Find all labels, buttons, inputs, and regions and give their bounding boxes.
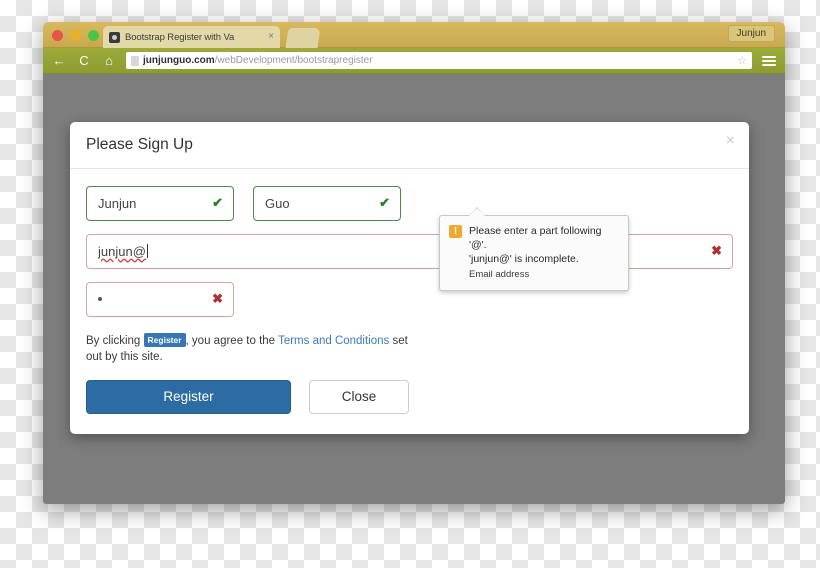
- error-x-icon: ✖: [212, 291, 223, 307]
- url-text: junjunguo.com/webDevelopment/bootstrapre…: [143, 55, 373, 66]
- password-mask-dot: [98, 297, 102, 302]
- browser-tab-title: Bootstrap Register with Va: [125, 31, 235, 43]
- tooltip-field-label: Email address: [469, 268, 530, 280]
- window-traffic-lights: [52, 30, 99, 41]
- tooltip-line-2: 'junjun@' is incomplete.: [469, 253, 579, 266]
- modal-close-icon[interactable]: ×: [726, 133, 735, 149]
- home-icon[interactable]: ⌂: [101, 53, 117, 69]
- browser-toolbar: ← C ⌂ junjunguo.com/webDevelopment/boots…: [43, 48, 785, 74]
- first-name-input[interactable]: Junjun ✔: [86, 185, 234, 221]
- tooltip-text: Please enter a part following '@'. 'junj…: [469, 224, 619, 281]
- last-name-value: Guo: [265, 195, 290, 211]
- url-path: /webDevelopment/bootstrapregister: [214, 55, 373, 66]
- close-icon[interactable]: ×: [268, 32, 274, 42]
- terms-prefix: By clicking: [86, 334, 141, 347]
- check-icon: ✔: [379, 195, 390, 211]
- page-viewport-dimmed: register Please Sign Up × Junjun ✔: [43, 74, 785, 504]
- terms-middle: , you agree to the: [185, 334, 276, 347]
- browser-window: Bootstrap Register with Va × Junjun ← C …: [43, 22, 785, 504]
- name-row: Junjun ✔ Guo ✔: [86, 185, 733, 221]
- signup-modal: Please Sign Up × Junjun ✔ Guo ✔ junjun@ …: [70, 122, 749, 434]
- email-input[interactable]: junjun@ ✖: [86, 233, 733, 269]
- password-input[interactable]: ✖: [86, 281, 234, 317]
- modal-header: Please Sign Up ×: [70, 122, 749, 169]
- error-x-icon: ✖: [711, 243, 722, 259]
- url-bar[interactable]: junjunguo.com/webDevelopment/bootstrapre…: [126, 52, 752, 69]
- tooltip-line-1: Please enter a part following '@'.: [469, 225, 602, 252]
- last-name-input[interactable]: Guo ✔: [253, 185, 401, 221]
- text-cursor: [146, 244, 148, 259]
- password-row: ✖: [86, 281, 733, 317]
- email-row: junjun@ ✖: [86, 233, 733, 269]
- reload-icon[interactable]: C: [76, 53, 92, 69]
- check-icon: ✔: [212, 195, 223, 211]
- camera-icon: [109, 31, 120, 43]
- url-domain: junjunguo.com: [143, 55, 215, 66]
- screenshot-canvas: Bootstrap Register with Va × Junjun ← C …: [0, 0, 820, 568]
- browser-tab-active[interactable]: Bootstrap Register with Va ×: [103, 26, 280, 48]
- first-name-value: Junjun: [98, 195, 137, 211]
- modal-body: Junjun ✔ Guo ✔ junjun@ ✖ ✖ ! Please ente…: [70, 169, 749, 434]
- browser-user-chip[interactable]: Junjun: [727, 25, 775, 42]
- modal-actions: Register Close: [86, 379, 733, 414]
- close-window-button[interactable]: [52, 30, 63, 41]
- page-document-icon: [131, 55, 139, 66]
- terms-register-badge[interactable]: Register: [143, 332, 186, 347]
- email-value: junjun@: [98, 243, 146, 259]
- close-button[interactable]: Close: [309, 379, 409, 414]
- email-validation-tooltip: ! Please enter a part following '@'. 'ju…: [439, 206, 629, 292]
- warning-icon: !: [449, 225, 462, 238]
- register-button[interactable]: Register: [86, 379, 291, 414]
- bookmark-star-icon[interactable]: ☆: [737, 54, 747, 67]
- modal-title: Please Sign Up: [86, 136, 193, 153]
- browser-tab-strip: Bootstrap Register with Va × Junjun: [43, 22, 785, 48]
- back-arrow-icon[interactable]: ←: [51, 53, 67, 69]
- maximize-window-button[interactable]: [88, 30, 99, 41]
- terms-and-conditions-link[interactable]: Terms and Conditions: [278, 335, 389, 347]
- terms-notice: By clicking Register, you agree to the T…: [86, 332, 416, 366]
- minimize-window-button[interactable]: [70, 30, 81, 41]
- new-tab-button[interactable]: [285, 28, 321, 48]
- hamburger-menu-icon[interactable]: [761, 54, 777, 68]
